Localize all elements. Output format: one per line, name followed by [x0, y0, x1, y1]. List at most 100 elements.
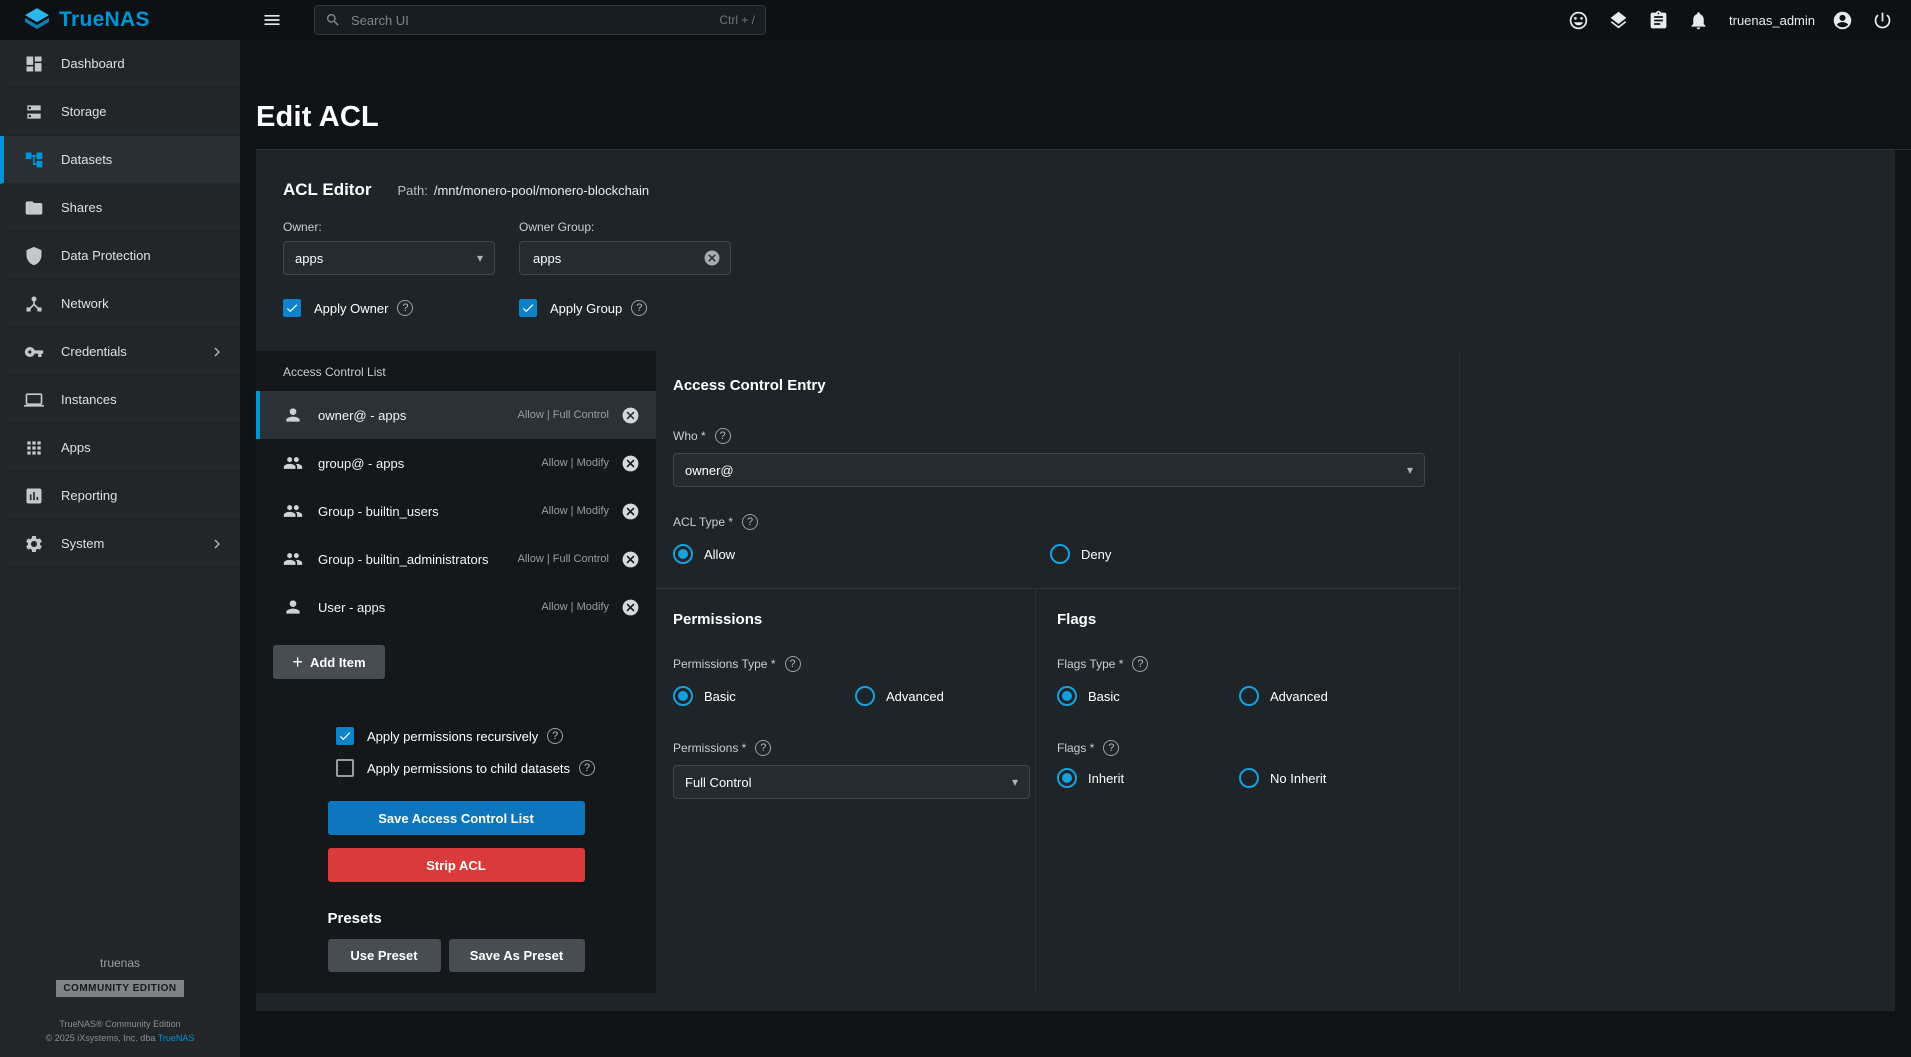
radio-icon	[1050, 544, 1070, 564]
sidebar-item-dashboard[interactable]: Dashboard	[0, 40, 240, 88]
search-bar: Ctrl + /	[314, 5, 766, 35]
help-icon[interactable]: ?	[547, 728, 563, 744]
flags-inherit-radio[interactable]: Inherit	[1057, 768, 1239, 788]
running-jobs-button[interactable]	[1601, 3, 1635, 37]
acl-entry-who: group@ - apps	[318, 456, 404, 471]
clipboard-icon	[1648, 10, 1669, 31]
user-menu-button[interactable]	[1825, 3, 1859, 37]
acl-type-deny-radio[interactable]: Deny	[1050, 544, 1111, 564]
apply-group-checkbox[interactable]: Apply Group ?	[519, 299, 647, 317]
flags-type-label-text: Flags Type *	[1057, 657, 1123, 671]
save-as-preset-button[interactable]: Save As Preset	[449, 939, 585, 972]
acl-entry-row[interactable]: Group - builtin_administrators Allow | F…	[256, 535, 656, 583]
clear-input-icon[interactable]	[703, 249, 721, 267]
flags-type-basic-radio[interactable]: Basic	[1057, 686, 1239, 706]
checkbox-icon	[519, 299, 537, 317]
alerts-button[interactable]	[1681, 3, 1715, 37]
help-icon[interactable]: ?	[1132, 656, 1148, 672]
access-control-list-panel: Access Control List owner@ - apps Allow …	[256, 351, 656, 993]
help-icon[interactable]: ?	[742, 514, 758, 530]
gear-icon	[24, 534, 44, 554]
sidebar-item-instances[interactable]: Instances	[0, 376, 240, 424]
owner-group-input[interactable]	[531, 250, 703, 267]
acl-editor-body: Access Control List owner@ - apps Allow …	[256, 351, 1895, 1011]
radio-icon	[673, 686, 693, 706]
flags-radio-group: Inherit No Inherit	[1057, 768, 1439, 788]
sidebar-item-datasets[interactable]: Datasets	[0, 136, 240, 184]
help-icon[interactable]: ?	[715, 428, 731, 444]
acl-entry-row[interactable]: group@ - apps Allow | Modify	[256, 439, 656, 487]
feedback-button[interactable]	[1561, 3, 1595, 37]
acl-entry-row[interactable]: User - apps Allow | Modify	[256, 583, 656, 631]
remove-entry-icon[interactable]	[621, 454, 640, 473]
page-header: Edit ACL	[240, 40, 1911, 149]
acl-editor-title: ACL Editor	[283, 180, 371, 200]
save-acl-button[interactable]: Save Access Control List	[328, 801, 585, 835]
remove-entry-icon[interactable]	[621, 598, 640, 617]
permissions-type-basic-radio[interactable]: Basic	[673, 686, 855, 706]
acl-type-allow-radio[interactable]: Allow	[673, 544, 1050, 564]
flags-heading: Flags	[1057, 611, 1439, 628]
network-hub-icon	[24, 294, 44, 314]
smiley-icon	[1568, 10, 1589, 31]
sidebar-item-network[interactable]: Network	[0, 280, 240, 328]
remove-entry-icon[interactable]	[621, 502, 640, 521]
help-icon[interactable]: ?	[785, 656, 801, 672]
acl-entry-row[interactable]: Group - builtin_users Allow | Modify	[256, 487, 656, 535]
sidebar-item-apps[interactable]: Apps	[0, 424, 240, 472]
flags-no-inherit-radio[interactable]: No Inherit	[1239, 768, 1326, 788]
remove-entry-icon[interactable]	[621, 406, 640, 425]
sidebar-item-data-protection[interactable]: Data Protection	[0, 232, 240, 280]
help-icon[interactable]: ?	[755, 740, 771, 756]
key-icon	[24, 342, 44, 362]
remove-entry-icon[interactable]	[621, 550, 640, 569]
radio-icon	[673, 544, 693, 564]
permissions-section: Permissions Permissions Type * ? Basic	[656, 589, 1036, 993]
owner-field: Owner: apps ▾	[283, 220, 495, 275]
sidebar-item-reporting[interactable]: Reporting	[0, 472, 240, 520]
sidebar-item-system[interactable]: System	[0, 520, 240, 568]
basic-label: Basic	[1088, 689, 1120, 704]
add-item-button[interactable]: + Add Item	[273, 645, 385, 679]
acl-editor-card: ACL Editor Path:/mnt/monero-pool/monero-…	[256, 150, 1895, 1011]
truenas-logo[interactable]: TrueNAS	[0, 7, 240, 33]
permissions-type-label-text: Permissions Type *	[673, 657, 776, 671]
radio-icon	[855, 686, 875, 706]
help-icon[interactable]: ?	[631, 300, 647, 316]
expand-chevron	[208, 343, 226, 361]
sidebar-item-label: Reporting	[61, 488, 117, 503]
menu-toggle-button[interactable]	[254, 2, 290, 38]
apply-owner-checkbox[interactable]: Apply Owner ?	[283, 299, 519, 317]
checkbox-icon	[336, 727, 354, 745]
child-datasets-checkbox[interactable]: Apply permissions to child datasets ?	[336, 759, 656, 777]
sidebar-item-shares[interactable]: Shares	[0, 184, 240, 232]
permissions-select[interactable]: Full Control ▾	[673, 765, 1030, 799]
expand-chevron	[208, 535, 226, 553]
flags-type-advanced-radio[interactable]: Advanced	[1239, 686, 1328, 706]
help-icon[interactable]: ?	[397, 300, 413, 316]
permissions-type-advanced-radio[interactable]: Advanced	[855, 686, 944, 706]
owner-select[interactable]: apps ▾	[283, 241, 495, 275]
owner-group-input-wrap	[519, 241, 731, 275]
sidebar: Dashboard Storage Datasets Shares Data P…	[0, 40, 240, 1057]
sidebar-item-credentials[interactable]: Credentials	[0, 328, 240, 376]
truenas-link[interactable]: TrueNAS	[158, 1033, 195, 1043]
help-icon[interactable]: ?	[579, 760, 595, 776]
strip-acl-button[interactable]: Strip ACL	[328, 848, 585, 882]
acl-editor-head: ACL Editor Path:/mnt/monero-pool/monero-…	[256, 150, 1895, 351]
help-icon[interactable]: ?	[1103, 740, 1119, 756]
sidebar-item-label: Datasets	[61, 152, 112, 167]
recursive-checkbox[interactable]: Apply permissions recursively ?	[336, 727, 656, 745]
owner-group-label: Owner Group:	[519, 220, 731, 234]
acl-entry-who: Group - builtin_users	[318, 504, 439, 519]
who-select[interactable]: owner@ ▾	[673, 453, 1425, 487]
sidebar-item-label: System	[61, 536, 104, 551]
acl-entry-permission: Allow | Modify	[541, 457, 609, 469]
tasks-button[interactable]	[1641, 3, 1675, 37]
power-button[interactable]	[1865, 3, 1899, 37]
body: Dashboard Storage Datasets Shares Data P…	[0, 40, 1911, 1057]
sidebar-item-storage[interactable]: Storage	[0, 88, 240, 136]
search-input[interactable]	[349, 12, 711, 29]
use-preset-button[interactable]: Use Preset	[328, 939, 441, 972]
acl-entry-row[interactable]: owner@ - apps Allow | Full Control	[256, 391, 656, 439]
